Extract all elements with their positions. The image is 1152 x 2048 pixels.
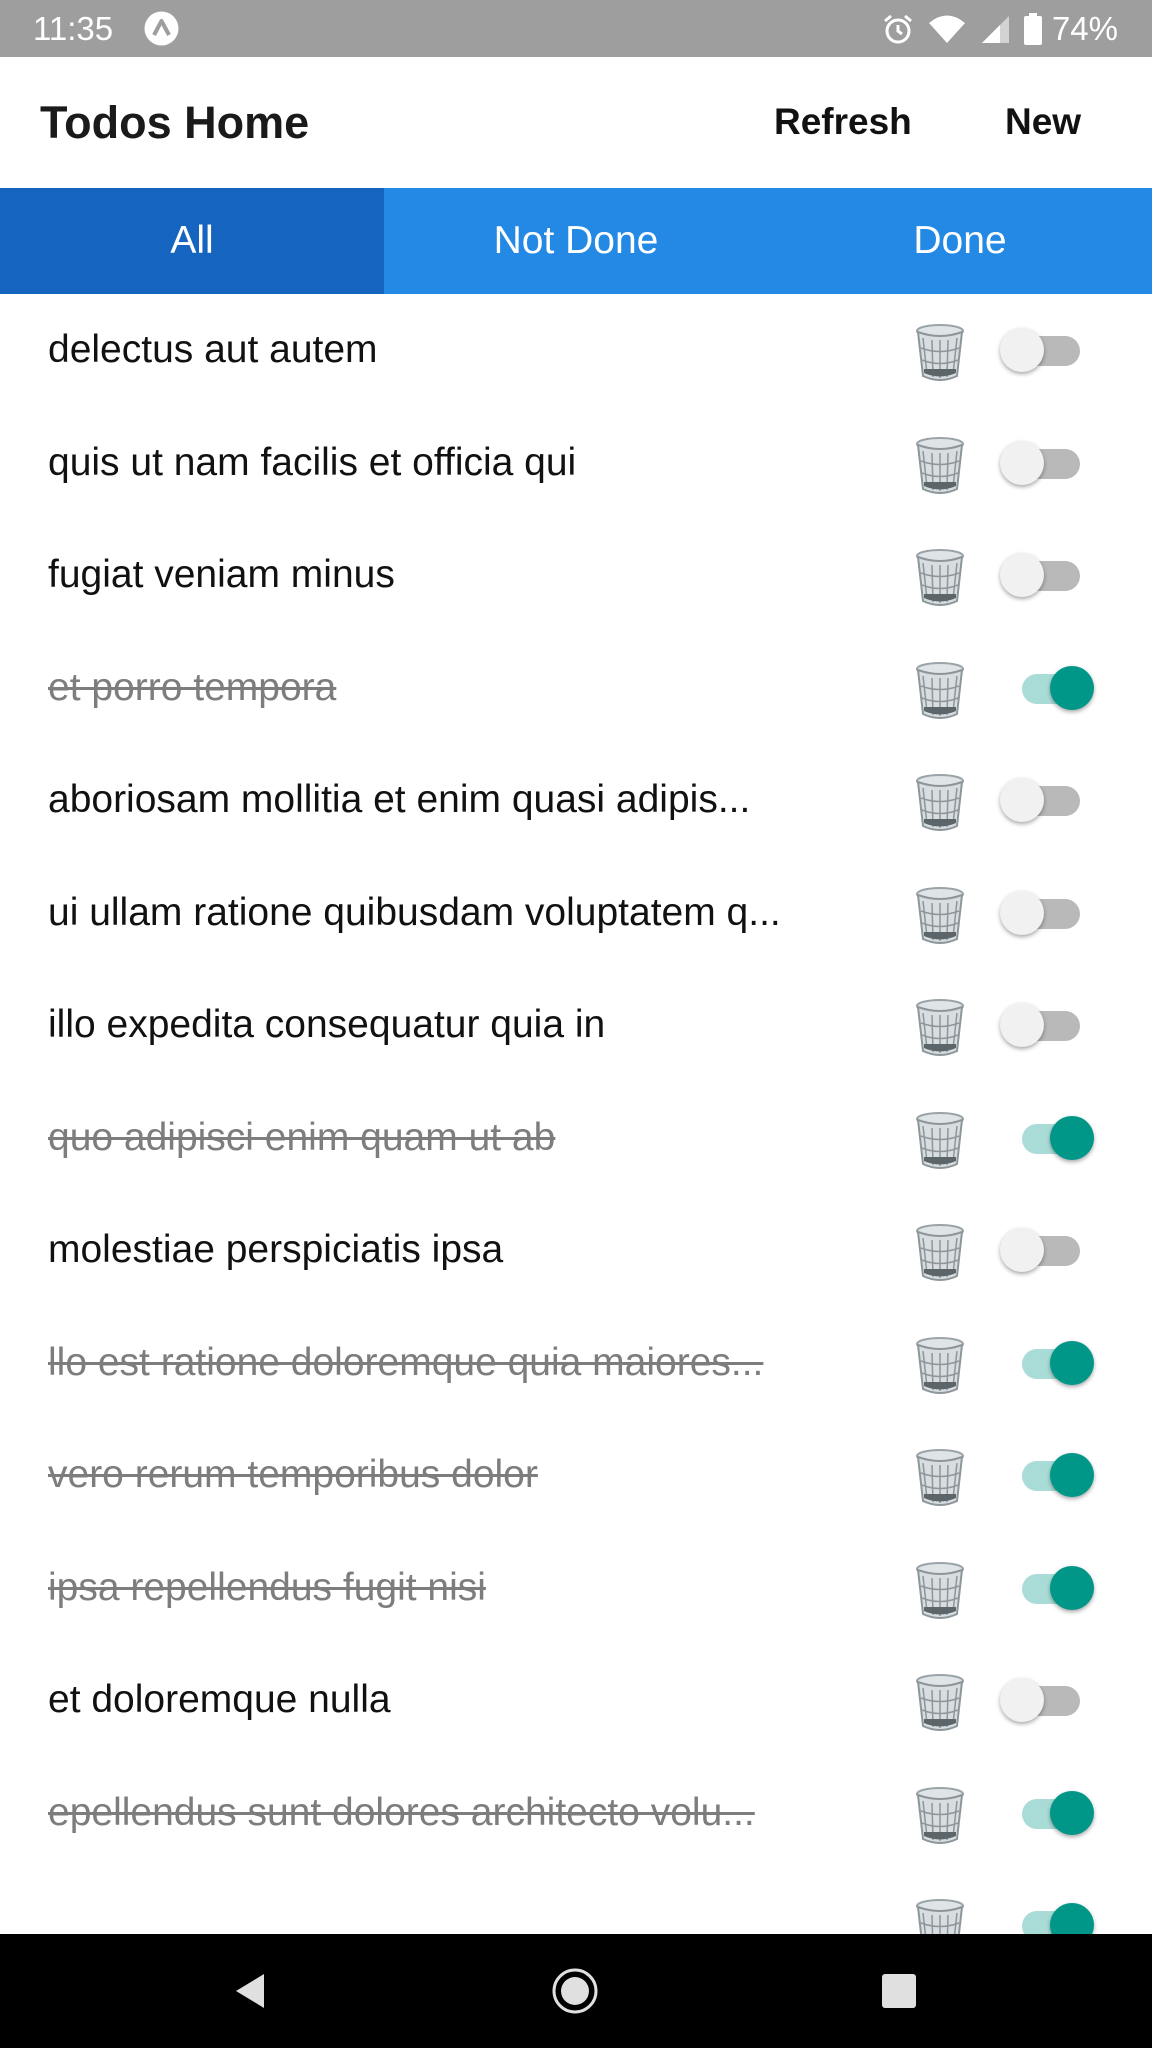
toggle-knob xyxy=(1050,1341,1094,1385)
trash-can-icon[interactable] xyxy=(914,324,966,382)
app-notification-icon xyxy=(144,11,179,46)
done-toggle[interactable] xyxy=(1000,777,1096,823)
battery-percent: 74% xyxy=(1051,10,1118,47)
done-toggle[interactable] xyxy=(1000,665,1096,711)
todo-title[interactable]: ui ullam ratione quibusdam voluptatem q.… xyxy=(48,857,878,969)
todo-row: fugiat veniam minus xyxy=(0,519,1152,631)
done-toggle[interactable] xyxy=(1000,890,1096,936)
toggle-knob xyxy=(1000,328,1044,372)
toggle-knob xyxy=(1050,1453,1094,1497)
new-button[interactable]: New xyxy=(1005,97,1081,147)
tab-done[interactable]: Done xyxy=(768,188,1152,294)
filter-tabs: All Not Done Done xyxy=(0,188,1152,294)
todo-title[interactable]: et doloremque nulla xyxy=(48,1644,878,1756)
done-toggle[interactable] xyxy=(1000,1565,1096,1611)
todo-title[interactable]: delectus aut autem xyxy=(48,294,878,406)
toggle-knob xyxy=(1000,441,1044,485)
todo-title[interactable]: epellendus sunt dolores architecto volu.… xyxy=(48,1757,878,1869)
alarm-icon xyxy=(883,14,912,44)
todo-row xyxy=(0,1869,1152,1934)
toggle-knob xyxy=(1000,778,1044,822)
home-icon[interactable] xyxy=(548,1964,602,2018)
status-icons: 74% xyxy=(882,8,1118,50)
todo-title[interactable]: ipsa repellendus fugit nisi xyxy=(48,1532,878,1644)
todo-row: quis ut nam facilis et officia qui xyxy=(0,407,1152,519)
battery-icon xyxy=(1023,13,1042,45)
todo-title[interactable]: llo est ratione doloremque quia maiores.… xyxy=(48,1307,878,1419)
trash-can-icon[interactable] xyxy=(914,1337,966,1395)
todo-title[interactable]: illo expedita consequatur quia in xyxy=(48,969,878,1081)
trash-can-icon[interactable] xyxy=(914,662,966,720)
done-toggle[interactable] xyxy=(1000,1340,1096,1386)
toggle-knob xyxy=(1050,1903,1094,1934)
app-bar: Todos Home Refresh New xyxy=(0,57,1152,188)
todo-row: vero rerum temporibus dolor xyxy=(0,1419,1152,1531)
todo-title[interactable] xyxy=(48,1869,878,1934)
done-toggle[interactable] xyxy=(1000,552,1096,598)
trash-can-icon[interactable] xyxy=(914,1899,966,1934)
trash-can-icon[interactable] xyxy=(914,999,966,1057)
refresh-button[interactable]: Refresh xyxy=(774,97,912,147)
done-toggle[interactable] xyxy=(1000,1452,1096,1498)
wifi-icon xyxy=(928,15,965,43)
toggle-knob xyxy=(1050,1566,1094,1610)
toggle-knob xyxy=(1000,1228,1044,1272)
todo-row: illo expedita consequatur quia in xyxy=(0,969,1152,1081)
back-icon[interactable] xyxy=(224,1964,278,2018)
todo-row: epellendus sunt dolores architecto volu.… xyxy=(0,1757,1152,1869)
todo-title[interactable]: fugiat veniam minus xyxy=(48,519,878,631)
toggle-knob xyxy=(1000,553,1044,597)
todo-title[interactable]: quo adipisci enim quam ut ab xyxy=(48,1082,878,1194)
done-toggle[interactable] xyxy=(1000,1790,1096,1836)
trash-can-icon[interactable] xyxy=(914,437,966,495)
trash-can-icon[interactable] xyxy=(914,1449,966,1507)
done-toggle[interactable] xyxy=(1000,1115,1096,1161)
done-toggle[interactable] xyxy=(1000,1002,1096,1048)
todo-title[interactable]: et porro tempora xyxy=(48,632,878,744)
done-toggle[interactable] xyxy=(1000,327,1096,373)
todo-title[interactable]: vero rerum temporibus dolor xyxy=(48,1419,878,1531)
toggle-knob xyxy=(1050,1791,1094,1835)
todo-row: ui ullam ratione quibusdam voluptatem q.… xyxy=(0,857,1152,969)
todo-row: et doloremque nulla xyxy=(0,1644,1152,1756)
toggle-knob xyxy=(1050,666,1094,710)
navigation-bar xyxy=(0,1934,1152,2048)
status-time: 11:35 xyxy=(33,10,114,47)
todo-title[interactable]: molestiae perspiciatis ipsa xyxy=(48,1194,878,1306)
page-title: Todos Home xyxy=(40,97,310,148)
done-toggle[interactable] xyxy=(1000,1227,1096,1273)
trash-can-icon[interactable] xyxy=(914,887,966,945)
done-toggle[interactable] xyxy=(1000,1677,1096,1723)
todo-row: quo adipisci enim quam ut ab xyxy=(0,1082,1152,1194)
todo-row: delectus aut autem xyxy=(0,294,1152,406)
recents-icon[interactable] xyxy=(872,1964,926,2018)
toggle-knob xyxy=(1050,1116,1094,1160)
todo-title[interactable]: quis ut nam facilis et officia qui xyxy=(48,407,878,519)
trash-can-icon[interactable] xyxy=(914,1562,966,1620)
todo-title[interactable]: aboriosam mollitia et enim quasi adipis.… xyxy=(48,744,878,856)
done-toggle[interactable] xyxy=(1000,1902,1096,1934)
trash-can-icon[interactable] xyxy=(914,1112,966,1170)
trash-can-icon[interactable] xyxy=(914,774,966,832)
todo-row: molestiae perspiciatis ipsa xyxy=(0,1194,1152,1306)
todo-row: et porro tempora xyxy=(0,632,1152,744)
todo-list: delectus aut autem quis ut nam facilis et… xyxy=(0,294,1152,1934)
todo-row: llo est ratione doloremque quia maiores.… xyxy=(0,1307,1152,1419)
toggle-knob xyxy=(1000,891,1044,935)
done-toggle[interactable] xyxy=(1000,440,1096,486)
trash-can-icon[interactable] xyxy=(914,549,966,607)
todo-row: ipsa repellendus fugit nisi xyxy=(0,1532,1152,1644)
trash-can-icon[interactable] xyxy=(914,1674,966,1732)
status-bar: 11:35 74% xyxy=(0,0,1152,57)
cell-signal-icon xyxy=(981,16,1009,43)
trash-can-icon[interactable] xyxy=(914,1787,966,1845)
tab-all[interactable]: All xyxy=(0,188,384,294)
toggle-knob xyxy=(1000,1003,1044,1047)
trash-can-icon[interactable] xyxy=(914,1224,966,1282)
toggle-knob xyxy=(1000,1678,1044,1722)
tab-not-done[interactable]: Not Done xyxy=(384,188,768,294)
todo-row: aboriosam mollitia et enim quasi adipis.… xyxy=(0,744,1152,856)
